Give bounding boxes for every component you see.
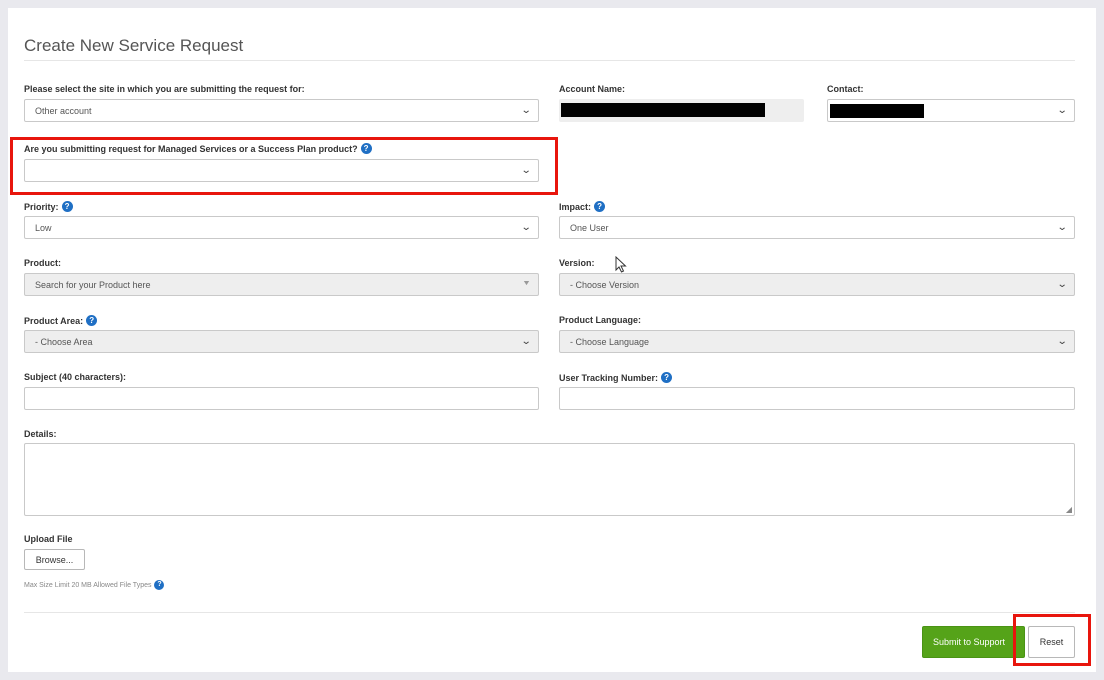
details-textarea[interactable]: ◢: [24, 443, 1075, 516]
upload-hint: Max Size Limit 20 MB Allowed File Types …: [24, 580, 165, 590]
product-placeholder: Search for your Product here: [35, 279, 151, 290]
impact-label: Impact: ?: [559, 201, 606, 212]
product-language-label: Product Language:: [559, 315, 641, 325]
actions-divider: [24, 612, 1075, 613]
version-select[interactable]: - Choose Version ⌄: [559, 273, 1075, 296]
page-title: Create New Service Request: [24, 36, 244, 55]
version-label-text: Version:: [559, 258, 595, 268]
question-circle-icon[interactable]: ?: [154, 580, 165, 590]
resize-handle-icon[interactable]: ◢: [1066, 505, 1072, 514]
subject-label-text: Subject (40 characters):: [24, 372, 127, 382]
managed-services-label: Are you submitting request for Managed S…: [24, 143, 372, 154]
chevron-down-icon: ⌄: [520, 165, 532, 176]
upload-file-label-text: Upload File: [24, 534, 73, 544]
chevron-down-icon: ⌄: [1056, 105, 1068, 116]
product-area-select[interactable]: - Choose Area ⌄: [24, 330, 539, 353]
site-label-text: Please select the site in which you are …: [24, 84, 305, 94]
chevron-down-icon: ▼: [522, 280, 532, 287]
details-label: Details:: [24, 429, 57, 439]
question-circle-icon[interactable]: ?: [360, 143, 372, 154]
version-value: - Choose Version: [570, 279, 640, 290]
impact-value: One User: [570, 222, 609, 233]
product-area-value: - Choose Area: [35, 336, 93, 347]
product-language-label-text: Product Language:: [559, 315, 642, 325]
product-language-select[interactable]: - Choose Language ⌄: [559, 330, 1075, 353]
site-label: Please select the site in which you are …: [24, 84, 305, 94]
product-label-text: Product:: [24, 258, 61, 268]
managed-services-label-text: Are you submitting request for Managed S…: [24, 143, 358, 154]
priority-select[interactable]: Low ⌄: [24, 216, 539, 239]
user-tracking-label: User Tracking Number: ?: [559, 372, 673, 383]
chevron-down-icon: ⌄: [1056, 222, 1068, 233]
impact-select[interactable]: One User ⌄: [559, 216, 1075, 239]
upload-hint-text: Max Size Limit 20 MB Allowed File Types: [24, 581, 152, 589]
user-tracking-input[interactable]: [559, 387, 1075, 410]
redacted-account-name: [561, 103, 765, 117]
product-label: Product:: [24, 258, 61, 268]
details-label-text: Details:: [24, 429, 57, 439]
question-circle-icon[interactable]: ?: [61, 201, 73, 212]
chevron-down-icon: ⌄: [520, 222, 532, 233]
reset-button[interactable]: Reset: [1028, 626, 1075, 658]
chevron-down-icon: ⌄: [1056, 336, 1068, 347]
impact-label-text: Impact:: [559, 201, 592, 212]
question-circle-icon[interactable]: ?: [86, 315, 98, 326]
redacted-contact: [830, 104, 924, 118]
mouse-pointer-icon: [615, 256, 627, 273]
product-search-select[interactable]: Search for your Product here ▼: [24, 273, 539, 296]
subject-input[interactable]: [24, 387, 539, 410]
question-circle-icon[interactable]: ?: [594, 201, 606, 212]
managed-services-select[interactable]: ⌄: [24, 159, 539, 182]
priority-label-text: Priority:: [24, 201, 59, 212]
title-divider: [24, 60, 1075, 61]
priority-label: Priority: ?: [24, 201, 73, 212]
account-name-label-text: Account Name:: [559, 84, 626, 94]
site-select-value: Other account: [35, 105, 92, 116]
browse-button[interactable]: Browse...: [24, 549, 85, 570]
user-tracking-label-text: User Tracking Number:: [559, 372, 659, 383]
site-select[interactable]: Other account ⌄: [24, 99, 539, 122]
question-circle-icon[interactable]: ?: [661, 372, 673, 383]
contact-label: Contact:: [827, 84, 864, 94]
chevron-down-icon: ⌄: [520, 105, 532, 116]
upload-file-label: Upload File: [24, 534, 73, 544]
chevron-down-icon: ⌄: [1056, 279, 1068, 290]
chevron-down-icon: ⌄: [520, 336, 532, 347]
product-area-label-text: Product Area:: [24, 315, 84, 326]
version-label: Version:: [559, 258, 595, 268]
contact-label-text: Contact:: [827, 84, 864, 94]
product-language-value: - Choose Language: [570, 336, 650, 347]
submit-to-support-button[interactable]: Submit to Support: [922, 626, 1025, 658]
subject-label: Subject (40 characters):: [24, 372, 126, 382]
priority-value: Low: [35, 222, 52, 233]
product-area-label: Product Area: ?: [24, 315, 98, 326]
account-name-label: Account Name:: [559, 84, 625, 94]
